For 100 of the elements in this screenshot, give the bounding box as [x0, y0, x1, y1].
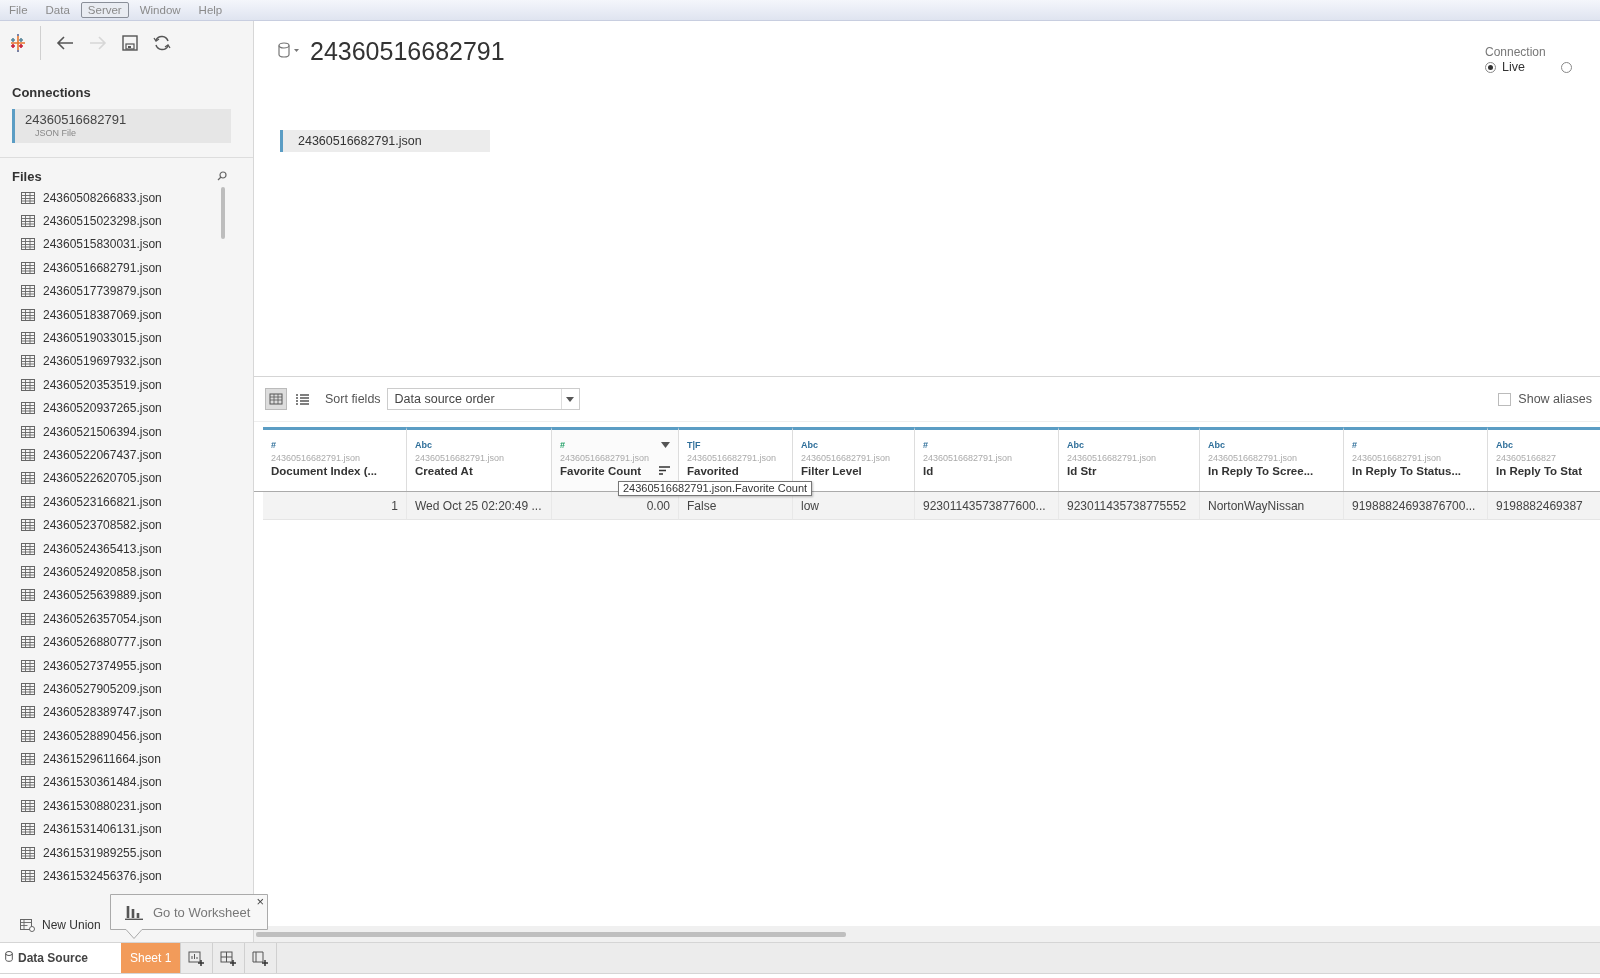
json-entry[interactable]: 24360526880777.json: [43, 635, 162, 650]
column-source: 24360516682791.json: [415, 453, 506, 463]
field-type-icon[interactable]: Abc: [1496, 440, 1513, 450]
json-entry[interactable]: 24361530361484.json: [43, 775, 162, 790]
json-entry[interactable]: 24361531406131.json: [43, 822, 162, 837]
json-entry[interactable]: 24360524920858.json: [43, 564, 162, 579]
field-type-icon[interactable]: #: [923, 440, 928, 450]
column-name: Id Str: [1067, 465, 1097, 477]
database-icon[interactable]: [278, 41, 300, 58]
refresh-icon[interactable]: [153, 34, 171, 52]
json-entry[interactable]: 24361531989255.json: [43, 845, 162, 860]
logo-icon[interactable]: [9, 34, 27, 52]
dropdown-caret-icon[interactable]: [661, 442, 670, 448]
save-icon[interactable]: [122, 35, 138, 51]
section-title: Connections: [11, 84, 92, 100]
json-entry[interactable]: 24360515830031.json: [43, 237, 162, 252]
table-icon: [21, 261, 35, 274]
json-entry[interactable]: 24360508266833.json: [43, 190, 162, 205]
json-entry[interactable]: 24360521506394.json: [43, 424, 162, 439]
table-icon: [21, 776, 35, 789]
new-worksheet-icon: [188, 949, 206, 967]
json-entry[interactable]: 24360515023298.json: [43, 214, 162, 229]
section-title: Files: [12, 168, 42, 184]
table-icon: [21, 542, 35, 555]
table-cell: NortonWayNissan: [1200, 492, 1344, 520]
json-entry[interactable]: 24361530880231.json: [43, 798, 162, 813]
new-dashboard-icon: [220, 949, 238, 967]
json-entry[interactable]: 24360516682791.json: [43, 260, 162, 275]
json-entry[interactable]: 24361529611664.json: [43, 752, 161, 767]
table-icon: [21, 332, 35, 345]
field-type-icon[interactable]: Abc: [1067, 440, 1084, 450]
sort-fields-label: Sort fields: [325, 392, 381, 406]
radio-label[interactable]: Live: [1502, 60, 1525, 74]
json-entry[interactable]: 24360525639889.json: [43, 588, 162, 603]
json-entry[interactable]: 24360522620705.json: [43, 471, 162, 486]
column-name: Favorited: [687, 465, 739, 477]
json-entry[interactable]: 24360527374955.json: [43, 658, 162, 673]
json-entry[interactable]: 24360519033015.json: [43, 331, 162, 346]
go-to-worksheet-popover[interactable]: Go to Worksheet ×: [110, 894, 268, 940]
table-icon: [21, 238, 35, 251]
table-icon: [21, 285, 35, 298]
sort-icon[interactable]: [659, 466, 670, 476]
table-icon: [21, 729, 35, 742]
json-entry[interactable]: 24360522067437.json: [43, 448, 162, 462]
column-source: 243605166827: [1496, 453, 1558, 463]
checkbox[interactable]: [1498, 392, 1512, 406]
json-entry[interactable]: 24360520937265.json: [43, 401, 162, 416]
field-type-icon[interactable]: Abc: [801, 440, 818, 450]
table-icon: [21, 449, 35, 461]
sort-dropdown[interactable]: Data source order: [386, 388, 580, 410]
table-cell: 0.00: [552, 492, 679, 520]
union-icon: [20, 918, 35, 932]
json-entry[interactable]: 24361532456376.json: [43, 869, 162, 883]
table-icon: [21, 753, 35, 766]
connection-item[interactable]: 24360516682791 JSON File: [12, 109, 231, 143]
json-entry[interactable]: 24360527905209.json: [43, 681, 162, 696]
search-icon[interactable]: [217, 171, 227, 181]
field-type-icon[interactable]: Abc: [1208, 440, 1225, 450]
table-icon: [21, 846, 35, 859]
column-name: In Reply To Status...: [1352, 465, 1462, 477]
scrollbar[interactable]: [256, 931, 846, 937]
field-type-icon[interactable]: #: [560, 440, 565, 450]
field-type-icon[interactable]: Abc: [415, 440, 432, 450]
canvas-table[interactable]: 24360516682791.json: [280, 130, 490, 152]
json-entry[interactable]: 24360517739879.json: [43, 284, 162, 299]
table-icon: [21, 565, 35, 578]
back-arrow-icon[interactable]: [56, 35, 74, 51]
json-entry[interactable]: 24360526357054.json: [43, 611, 162, 626]
close-button[interactable]: ×: [256, 895, 264, 909]
json-entry[interactable]: 24360528389747.json: [43, 705, 162, 720]
json-entry[interactable]: 24360523708582.json: [43, 518, 162, 533]
table-icon: [21, 612, 35, 625]
database-icon: [5, 951, 13, 962]
json-entry[interactable]: 24360519697932.json: [43, 354, 162, 369]
list-view-icon: [294, 391, 310, 407]
grid-view-icon: [268, 391, 284, 407]
scrollbar[interactable]: [221, 187, 225, 239]
json-entry[interactable]: 24360520353519.json: [43, 377, 162, 392]
field-type-icon[interactable]: #: [271, 440, 276, 450]
json-entry[interactable]: 24360518387069.json: [43, 307, 162, 322]
column-name: Favorite Count: [560, 465, 642, 477]
sheet-tab[interactable]: Data Source: [0, 943, 121, 973]
data-source-title[interactable]: 24360516682791: [310, 37, 505, 66]
table-icon: [21, 355, 35, 368]
connection-type: JSON File: [34, 128, 77, 138]
json-entry[interactable]: 24360528890456.json: [43, 728, 162, 743]
column-source: 24360516682791.json: [687, 453, 778, 463]
bar-chart-icon: [125, 904, 143, 920]
connection-label: Connection: [1485, 45, 1547, 59]
table-icon: [21, 823, 35, 836]
field-type-icon[interactable]: #: [1352, 440, 1357, 450]
radio-button[interactable]: [1485, 61, 1496, 73]
radio-button[interactable]: [1560, 61, 1572, 73]
json-entry[interactable]: 24360523166821.json: [43, 494, 162, 509]
grid-view-button[interactable]: [265, 388, 287, 410]
table-icon: [21, 870, 35, 882]
column-name: In Reply To Stat: [1496, 465, 1583, 477]
field-type-icon[interactable]: T|F: [687, 440, 701, 450]
checkbox-label[interactable]: Show aliases: [1518, 392, 1592, 406]
json-entry[interactable]: 24360524365413.json: [43, 541, 162, 556]
